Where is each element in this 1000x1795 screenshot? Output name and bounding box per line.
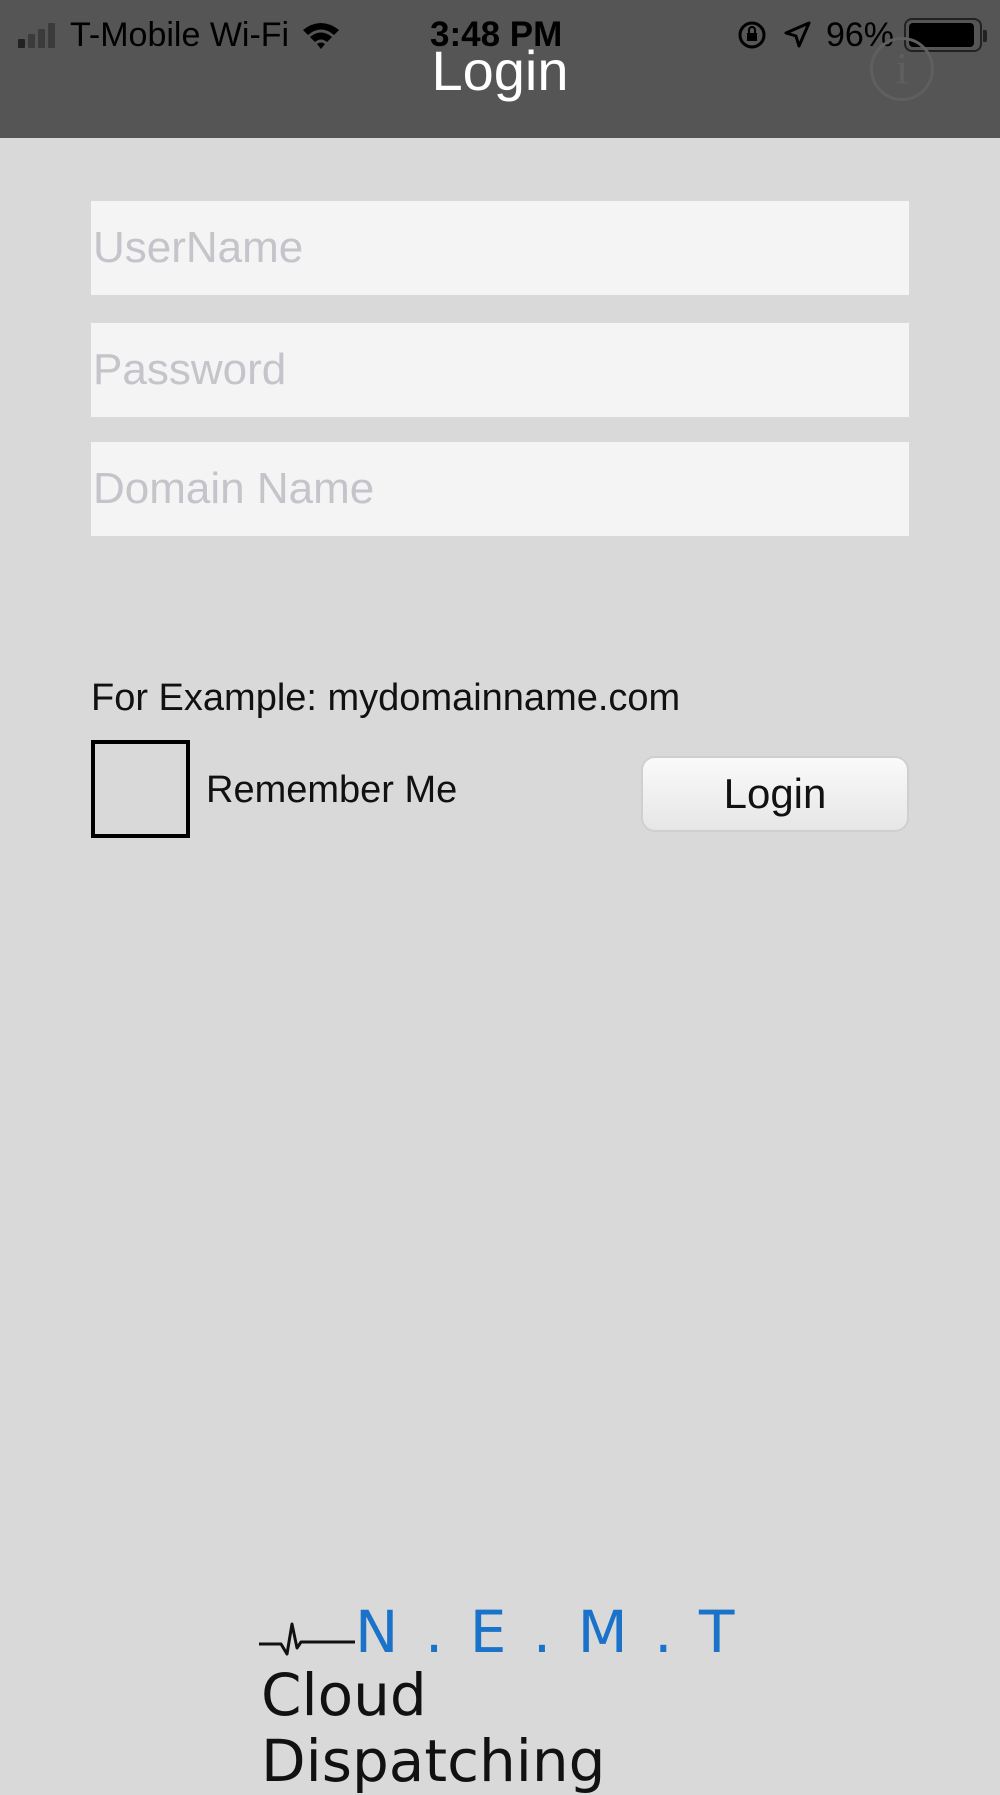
remember-me-checkbox[interactable]	[91, 740, 190, 838]
domain-name-input[interactable]	[91, 442, 909, 536]
domain-example-hint: For Example: mydomainname.com	[91, 677, 681, 719]
page-title: Login	[431, 39, 569, 102]
navigation-bar: T-Mobile Wi-Fi 3:48 PM 96% Login i	[0, 0, 1000, 138]
login-button[interactable]: Login	[641, 756, 909, 832]
info-icon[interactable]: i	[870, 37, 934, 101]
heartbeat-pulse-icon	[259, 1622, 355, 1656]
logo-acronym: N . E . M . T	[355, 1598, 739, 1666]
username-input[interactable]	[91, 201, 909, 295]
remember-me-label[interactable]: Remember Me	[206, 766, 457, 814]
logo-subtitle: Cloud Dispatching	[261, 1661, 606, 1795]
password-input[interactable]	[91, 323, 909, 417]
nemt-logo: N . E . M . T Cloud Dispatching	[255, 1598, 755, 1794]
